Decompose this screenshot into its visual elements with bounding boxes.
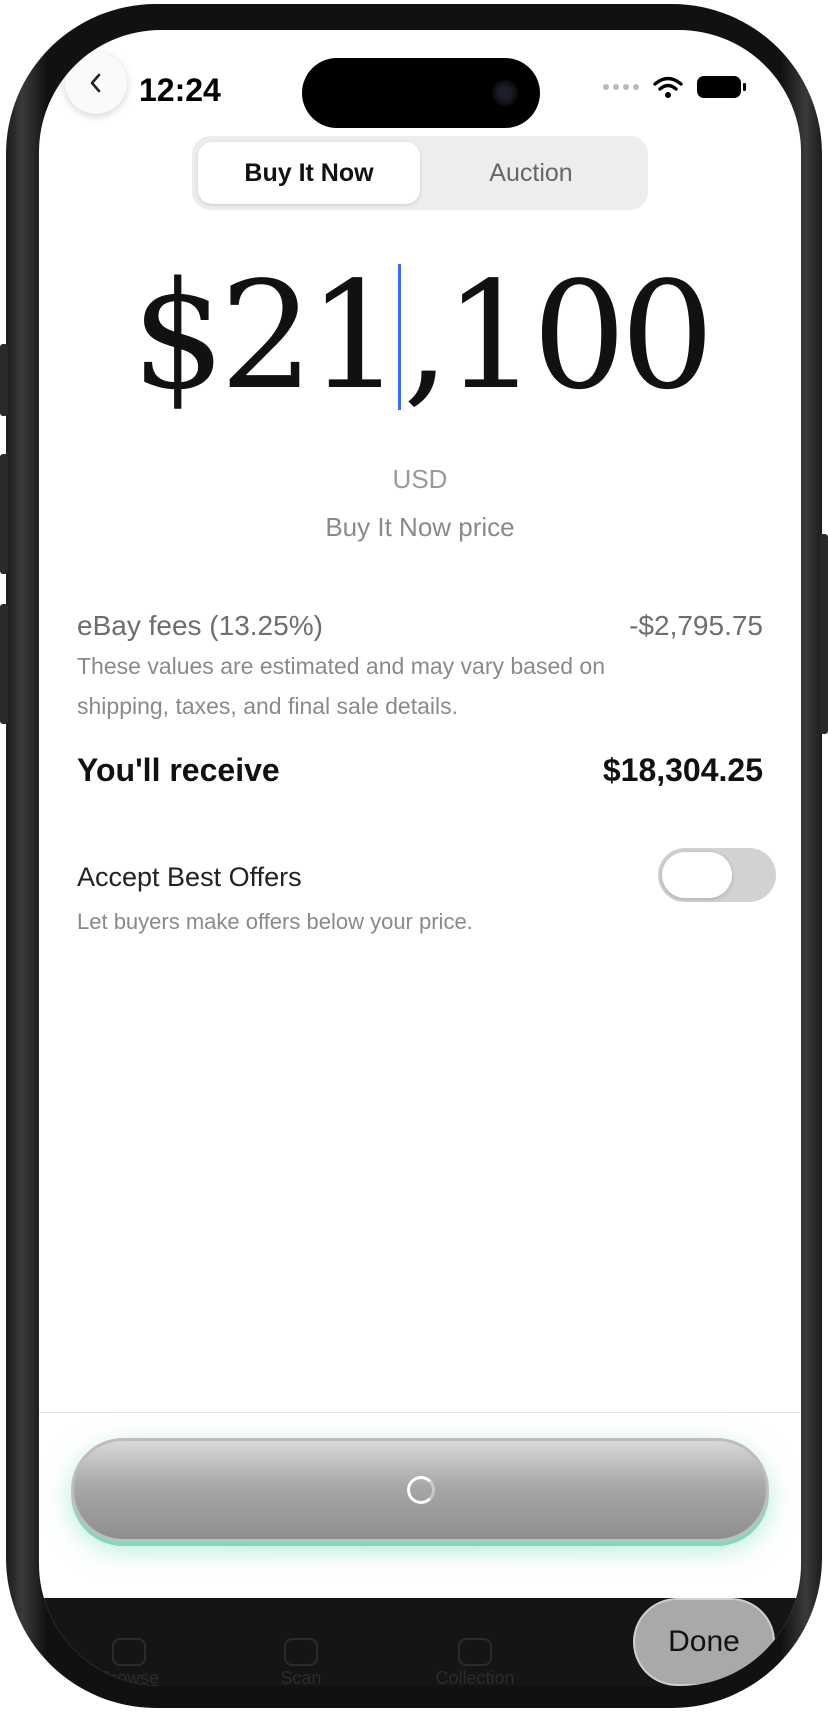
status-icons <box>603 76 746 98</box>
back-button[interactable] <box>65 52 127 114</box>
chevron-left-icon <box>90 73 101 93</box>
price-input[interactable]: $21,100 <box>39 250 801 422</box>
scan-icon <box>284 1638 318 1666</box>
receive-row: You'll receive $18,304.25 <box>77 752 763 789</box>
phone-side-button <box>820 534 828 734</box>
segment-buy-it-now[interactable]: Buy It Now <box>198 142 420 204</box>
fees-value: -$2,795.75 <box>629 610 763 641</box>
screen: 12:24 Buy It Now Auction $21,100 USD Buy… <box>39 30 801 1686</box>
search-icon <box>112 1638 146 1666</box>
price-before-cursor: $21 <box>131 250 401 422</box>
tab-label: Collection <box>435 1668 515 1686</box>
collection-icon <box>458 1638 492 1666</box>
estimate-note: These values are estimated and may vary … <box>77 653 606 719</box>
best-offers-toggle[interactable] <box>658 848 776 902</box>
tab-label: Browse <box>98 1668 160 1686</box>
phone-side-button <box>0 344 8 416</box>
listing-type-segmented-control: Buy It Now Auction <box>192 136 648 210</box>
price-after-cursor: ,100 <box>402 250 715 422</box>
receive-value: $18,304.25 <box>602 752 763 788</box>
best-offers-title: Accept Best Offers <box>77 862 302 892</box>
currency-label: USD <box>392 464 448 494</box>
price-value: $21,100 <box>131 250 715 422</box>
done-button[interactable]: Done <box>633 1598 775 1686</box>
phone-side-button <box>0 454 8 574</box>
signal-dots-icon <box>603 84 639 90</box>
best-offers-subtitle: Let buyers make offers below your price. <box>77 909 473 934</box>
phone-frame: 12:24 Buy It Now Auction $21,100 USD Buy… <box>0 4 828 1708</box>
phone-side-button <box>0 604 8 724</box>
price-caption: Buy It Now price <box>325 512 515 542</box>
status-time: 12:24 <box>139 72 221 108</box>
battery-icon <box>697 76 746 98</box>
receive-label: You'll receive <box>77 752 280 788</box>
dynamic-island <box>302 58 540 128</box>
tab-label: Scan <box>280 1668 322 1686</box>
wifi-icon <box>653 76 683 98</box>
toggle-knob <box>662 852 732 898</box>
text-cursor <box>397 264 401 410</box>
submit-button[interactable] <box>71 1438 769 1542</box>
fees-label: eBay fees (13.25%) <box>77 610 323 641</box>
camera-icon <box>492 80 518 106</box>
segment-auction[interactable]: Auction <box>420 142 642 204</box>
loading-spinner-icon <box>407 1476 435 1504</box>
tab-browse[interactable]: Browse <box>59 1638 199 1686</box>
tab-scan[interactable]: Scan <box>231 1638 371 1686</box>
divider <box>39 1412 801 1413</box>
fees-row: eBay fees (13.25%) -$2,795.75 <box>77 610 763 642</box>
tab-collection[interactable]: Collection <box>405 1638 545 1686</box>
